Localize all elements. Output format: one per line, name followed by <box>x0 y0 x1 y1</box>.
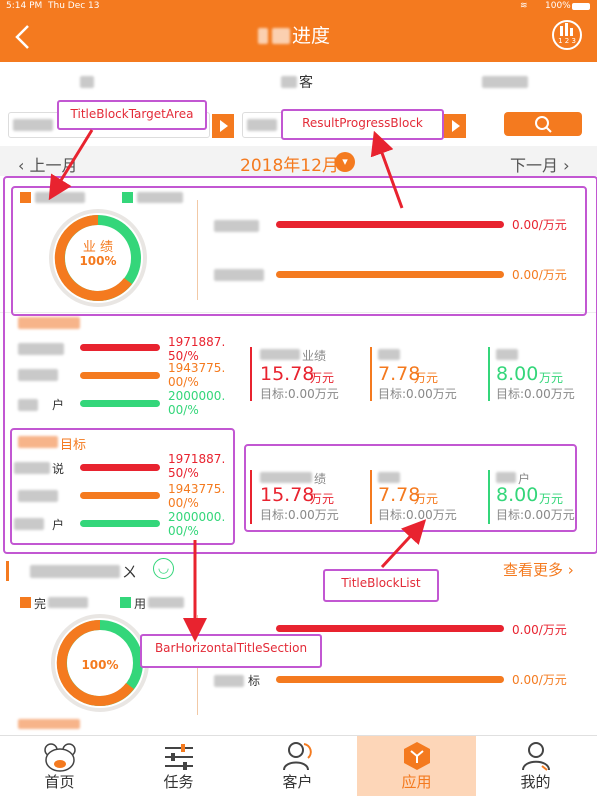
status-battery: 100% <box>545 1 571 11</box>
row-label: 标 <box>248 674 261 688</box>
filter-1-dropdown-icon[interactable] <box>212 114 234 138</box>
row-value: 0.00/万元 <box>512 623 567 637</box>
month-dropdown-icon[interactable]: ▾ <box>335 152 355 172</box>
blurred-filter-value <box>13 119 53 131</box>
title-block-target-box <box>244 444 577 532</box>
see-more-link[interactable]: 查看更多 › <box>503 559 574 580</box>
blurred-title-prefix <box>258 28 268 44</box>
tab-label: 客 <box>299 75 313 91</box>
annotation-title-block-target-area: TitleBlockTargetArea <box>57 100 207 130</box>
bottom-tab-bar: 首页 任务 客户 应用 我的 <box>0 735 597 796</box>
status-date: Thu Dec 13 <box>48 1 100 11</box>
status-bar: 5:14 PM Thu Dec 13 ≋ 100% <box>0 0 597 12</box>
search-button[interactable] <box>504 112 582 136</box>
annotation-result-progress-block: ResultProgressBlock <box>281 109 444 140</box>
month-navigation: ‹ 上一月 2018年12月 ▾ 下一月 › <box>0 146 597 176</box>
tab-apps[interactable]: 应用 <box>357 736 476 796</box>
blurred-tab-label <box>482 76 528 88</box>
tab-tasks[interactable]: 任务 <box>119 736 238 796</box>
tab-2[interactable]: 客 <box>199 62 398 104</box>
next-month-label: 下一月 <box>510 156 559 175</box>
bar-horizontal-title-section-box <box>10 428 235 545</box>
see-more-label: 查看更多 <box>503 561 564 579</box>
segment-tabs: 客 <box>0 62 597 105</box>
blurred-row-label <box>214 675 244 687</box>
row-value: 0.00/万元 <box>512 673 567 687</box>
blurred-tab-label <box>281 76 297 88</box>
filter-2-dropdown-icon[interactable] <box>444 114 466 138</box>
ranking-icon[interactable]: 1 2 3 <box>552 20 582 50</box>
bear-icon <box>44 743 76 772</box>
search-icon <box>535 116 552 133</box>
annotation-bar-horizontal-title-section: BarHorizontalTitleSection <box>140 634 322 668</box>
chevron-left-icon[interactable] <box>14 24 30 50</box>
blurred-section-title <box>18 719 80 729</box>
legend-label: 用 <box>134 597 147 611</box>
current-month[interactable]: 2018年12月 <box>240 151 339 176</box>
smiley-icon[interactable]: ◡ <box>153 558 174 579</box>
chevron-right-icon: › <box>563 561 574 579</box>
legend-swatch <box>20 597 31 608</box>
tab-label: 应用 <box>401 773 432 791</box>
donut-percent: 100% <box>81 658 119 672</box>
next-month-button[interactable]: 下一月 › <box>510 152 570 176</box>
wifi-icon: ≋ <box>520 1 528 11</box>
tab-label: 首页 <box>44 773 75 791</box>
tab-customers[interactable]: 客户 <box>238 736 357 796</box>
chevron-left-small-icon: ‹ <box>18 156 30 175</box>
legend-swatch <box>120 597 131 608</box>
tab-1[interactable] <box>0 62 199 104</box>
blurred-filter-value <box>247 119 277 131</box>
tab-me[interactable]: 我的 <box>476 736 595 796</box>
sliders-icon <box>165 744 193 770</box>
person-icon <box>522 742 550 771</box>
chevron-right-small-icon: › <box>558 156 570 175</box>
result-progress-block-box <box>11 186 587 316</box>
tab-label: 任务 <box>163 773 194 791</box>
blurred-title-prefix <box>272 28 290 44</box>
blurred-section-title <box>30 565 120 578</box>
page-title: 进度 <box>292 25 331 47</box>
app-cube-icon <box>404 742 430 770</box>
tab-home[interactable]: 首页 <box>0 736 119 796</box>
progress-bar <box>276 625 504 632</box>
section-accent <box>6 561 9 581</box>
blurred-legend-label <box>148 597 184 608</box>
blurred-legend-label <box>48 597 88 608</box>
prev-month-button[interactable]: ‹ 上一月 <box>18 152 78 176</box>
tab-label: 我的 <box>520 773 551 791</box>
customer-icon <box>283 742 312 771</box>
section-title-suffix: ㄨ <box>122 563 138 581</box>
tab-label: 客户 <box>282 773 313 791</box>
legend-label: 完 <box>34 597 47 611</box>
progress-bar <box>276 676 504 683</box>
ranking-badge: 1 2 3 <box>558 37 576 45</box>
prev-month-label: 上一月 <box>29 156 78 175</box>
tab-3[interactable] <box>398 62 597 104</box>
status-time: 5:14 PM <box>6 1 43 11</box>
nav-bar: 进度 1 2 3 <box>0 12 597 62</box>
battery-icon <box>572 3 590 10</box>
annotation-title-block-list: TitleBlockList <box>323 569 439 602</box>
blurred-tab-label <box>80 76 94 88</box>
